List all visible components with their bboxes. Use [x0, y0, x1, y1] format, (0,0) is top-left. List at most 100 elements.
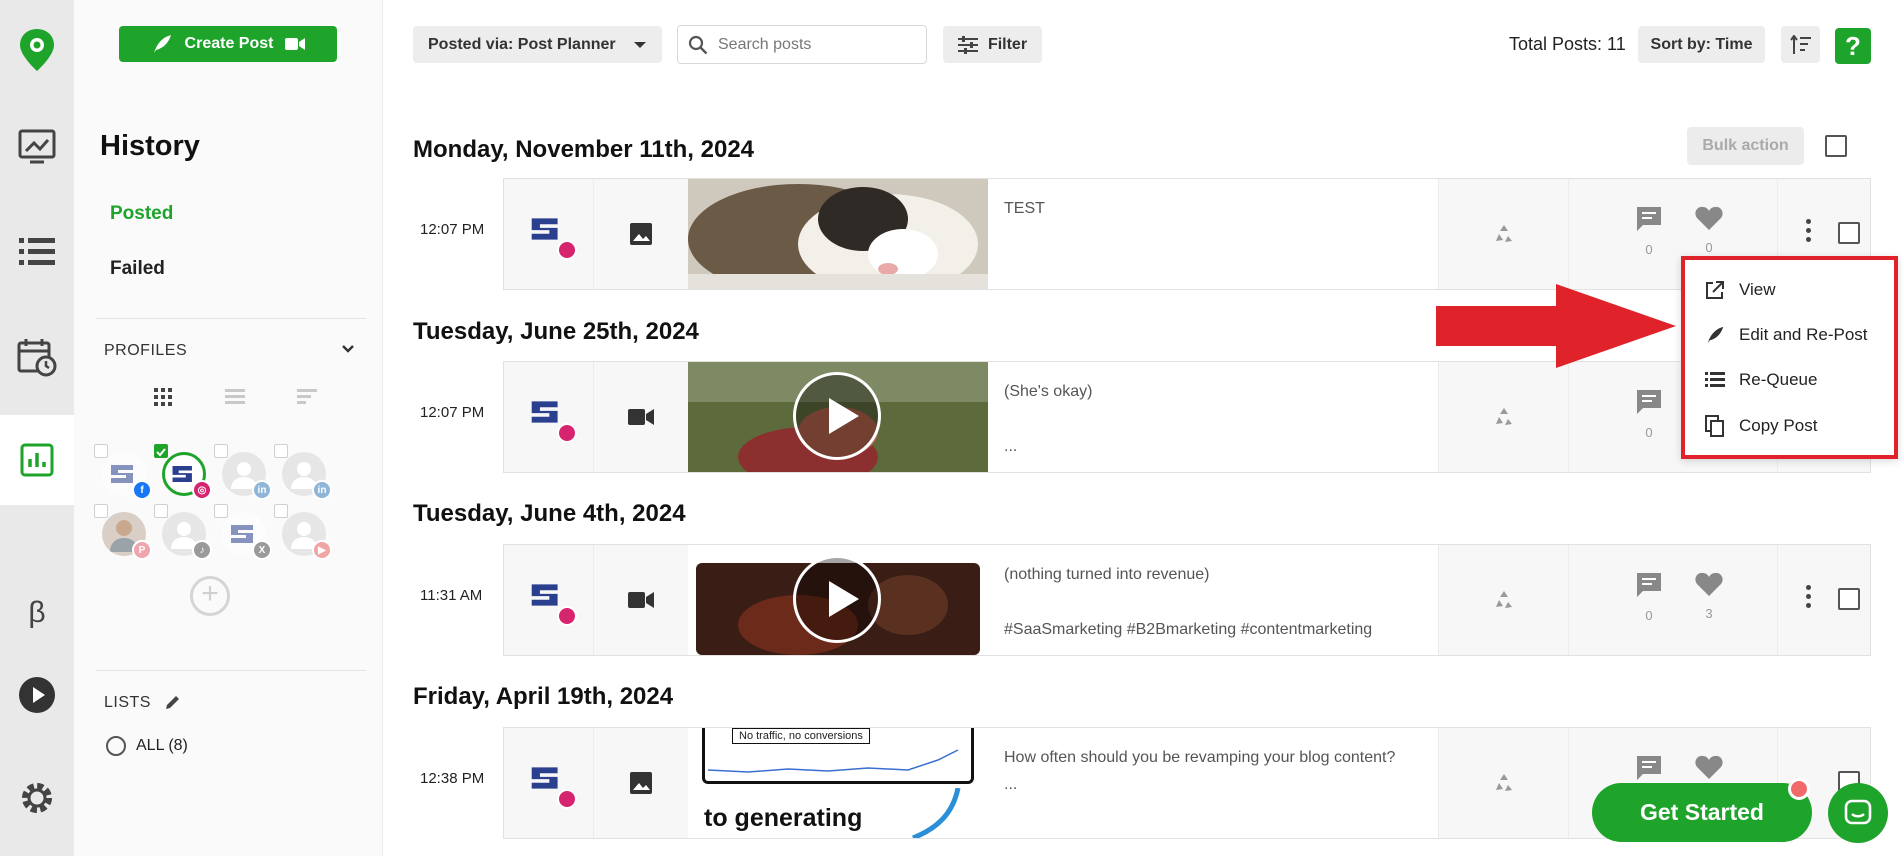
post-text: (She's okay) ...: [1004, 378, 1424, 460]
chevron-down-icon[interactable]: [340, 340, 356, 361]
lists-label: LISTS: [104, 694, 151, 711]
comments-stat: 0: [1629, 388, 1669, 440]
comment-icon: [1637, 390, 1661, 414]
post-time: 12:07 PM: [420, 404, 485, 421]
more-options-icon[interactable]: [1804, 585, 1812, 608]
list-icon[interactable]: [0, 207, 74, 297]
profile-linkedin-2[interactable]: in: [274, 444, 332, 500]
analytics-image-icon[interactable]: [0, 102, 74, 192]
beta-icon[interactable]: β: [0, 568, 74, 658]
filter-button[interactable]: Filter: [943, 26, 1042, 63]
search-box: [677, 25, 927, 64]
profile-checkbox[interactable]: [274, 504, 288, 518]
profile-pinterest[interactable]: P: [94, 504, 152, 560]
select-all-checkbox[interactable]: [1825, 135, 1847, 157]
comments-count: 0: [1645, 608, 1653, 623]
bulk-action-button[interactable]: Bulk action: [1687, 127, 1804, 165]
list-item-all[interactable]: ALL (8): [106, 736, 188, 756]
profile-checkbox[interactable]: [214, 444, 228, 458]
recycle-icon[interactable]: [1438, 362, 1568, 472]
more-options-icon[interactable]: [1804, 219, 1812, 242]
play-button-icon[interactable]: [793, 372, 881, 460]
post-video-thumbnail[interactable]: [688, 362, 988, 472]
menu-item-view[interactable]: View: [1705, 280, 1776, 300]
pencil-icon[interactable]: [164, 693, 182, 716]
menu-item-edit-repost[interactable]: Edit and Re-Post: [1705, 325, 1868, 345]
logo-icon[interactable]: [0, 0, 74, 100]
image-icon: [594, 179, 688, 289]
profiles-label: PROFILES: [104, 342, 188, 359]
create-post-button[interactable]: Create Post: [119, 26, 337, 62]
sort-button[interactable]: Sort by: Time: [1638, 26, 1765, 63]
play-button-icon[interactable]: [793, 555, 881, 643]
post-text: (nothing turned into revenue) #SaaSmarke…: [1004, 561, 1424, 643]
nav-posted[interactable]: Posted: [110, 203, 173, 225]
post-text-line: TEST: [1004, 200, 1045, 217]
chat-icon[interactable]: [1828, 783, 1888, 843]
recycle-icon[interactable]: [1438, 179, 1568, 289]
profile-instagram[interactable]: ◎: [154, 444, 212, 500]
gear-icon[interactable]: [0, 753, 74, 843]
likes-count: 0: [1705, 240, 1713, 255]
profile-x[interactable]: X: [214, 504, 272, 560]
post-card[interactable]: TEST 0 0: [503, 178, 1871, 290]
menu-item-requeue[interactable]: Re-Queue: [1705, 370, 1817, 390]
list-item-label: ALL (8): [136, 737, 188, 754]
post-text: How often should you be revamping your b…: [1004, 744, 1424, 798]
filter-label: Filter: [987, 35, 1028, 53]
get-started-button[interactable]: Get Started: [1592, 783, 1812, 842]
profile-linkedin-1[interactable]: in: [214, 444, 272, 500]
menu-item-label: Edit and Re-Post: [1739, 325, 1868, 344]
comments-count: 0: [1645, 425, 1653, 440]
profile-facebook[interactable]: f: [94, 444, 152, 500]
post-image-cat[interactable]: [688, 179, 988, 289]
date-heading: Friday, April 19th, 2024: [413, 683, 674, 710]
instagram-icon: [556, 789, 577, 809]
list-view-icon[interactable]: [225, 388, 245, 411]
profile-youtube[interactable]: ▶: [274, 504, 332, 560]
play-circle-icon[interactable]: [0, 650, 74, 740]
post-image-infographic[interactable]: No traffic, no conversions to generating: [688, 728, 988, 838]
compact-view-icon[interactable]: [297, 388, 317, 411]
likes-count: 3: [1705, 606, 1713, 621]
menu-item-copy-post[interactable]: Copy Post: [1705, 415, 1817, 437]
post-card[interactable]: (She's okay) ... 0 3: [503, 361, 1871, 473]
bar-chart-icon[interactable]: [0, 415, 74, 505]
radio-button[interactable]: [106, 736, 126, 756]
recycle-icon[interactable]: [1438, 545, 1568, 655]
posted-via-dropdown[interactable]: Posted via: Post Planner: [413, 26, 662, 63]
post-checkbox[interactable]: [1838, 588, 1860, 610]
profile-checkbox[interactable]: [214, 504, 228, 518]
calendar-clock-icon[interactable]: [0, 312, 74, 402]
profile-checkbox[interactable]: [154, 504, 168, 518]
menu-item-label: View: [1739, 280, 1776, 299]
post-text-line: (nothing turned into revenue): [1004, 566, 1210, 583]
comment-icon: [1637, 573, 1661, 597]
add-profile-button[interactable]: +: [190, 576, 230, 616]
search-icon: [688, 35, 708, 54]
date-heading: Monday, November 11th, 2024: [413, 136, 755, 163]
create-post-label: Create Post: [184, 35, 274, 52]
grid-view-icon[interactable]: [154, 388, 172, 411]
profile-checkbox[interactable]: [274, 444, 288, 458]
help-button[interactable]: ?: [1835, 28, 1871, 64]
search-input[interactable]: [718, 35, 908, 54]
post-text: TEST: [1004, 195, 1424, 222]
recycle-icon[interactable]: [1438, 728, 1568, 838]
image-icon: [594, 728, 688, 838]
posted-via-label: Posted via: Post Planner: [428, 35, 616, 53]
profile-tiktok[interactable]: ♪: [154, 504, 212, 560]
nav-failed[interactable]: Failed: [110, 258, 165, 280]
profile-checkbox-checked[interactable]: [154, 444, 168, 458]
sort-label: Sort by: Time: [1650, 35, 1753, 53]
instagram-icon: ◎: [192, 480, 212, 500]
post-video-thumbnail[interactable]: [688, 545, 988, 655]
profile-checkbox[interactable]: [94, 444, 108, 458]
sort-direction-icon[interactable]: [1781, 26, 1820, 63]
post-profile: [504, 179, 594, 289]
post-checkbox[interactable]: [1838, 222, 1860, 244]
comments-count: 0: [1645, 242, 1653, 257]
post-card[interactable]: (nothing turned into revenue) #SaaSmarke…: [503, 544, 1871, 656]
profile-checkbox[interactable]: [94, 504, 108, 518]
post-time: 12:07 PM: [420, 221, 485, 238]
